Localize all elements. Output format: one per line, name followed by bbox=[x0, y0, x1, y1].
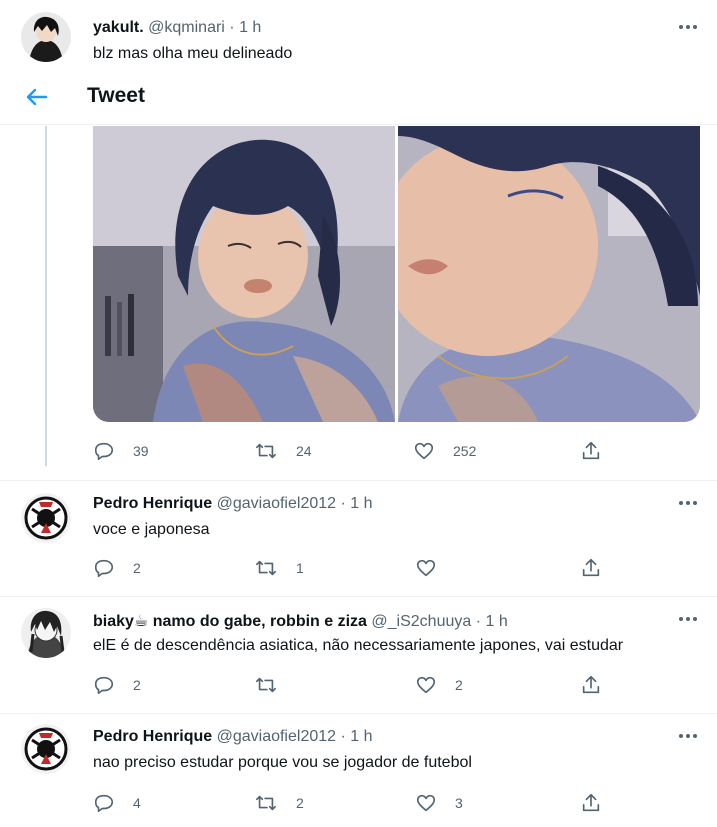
tweet-author-line: yakult. @kqminari · 1 h bbox=[93, 19, 261, 37]
share-icon bbox=[582, 793, 600, 812]
tweet-text: voce e japonesa bbox=[93, 521, 210, 538]
retweet-icon bbox=[256, 443, 276, 459]
tweet-time[interactable]: 1 h bbox=[486, 613, 508, 630]
tweet-time[interactable]: 1 h bbox=[239, 19, 261, 36]
top-tweet[interactable]: yakult. @kqminari · 1 h blz mas olha meu… bbox=[0, 0, 717, 70]
tweet-actions: 2 2 bbox=[93, 674, 613, 696]
author-handle[interactable]: @gaviaofiel2012 bbox=[217, 495, 336, 512]
reply-button[interactable]: 2 bbox=[93, 674, 141, 696]
retweet-count: 24 bbox=[296, 443, 312, 459]
retweet-icon bbox=[256, 560, 276, 576]
share-icon bbox=[582, 675, 600, 694]
tweet-time[interactable]: 1 h bbox=[350, 495, 372, 512]
reply-count: 2 bbox=[133, 560, 141, 576]
tweet-text: elE é de descendência asiatica, não nece… bbox=[93, 637, 624, 654]
avatar[interactable] bbox=[21, 12, 71, 62]
reply-count: 39 bbox=[133, 443, 149, 459]
share-button[interactable] bbox=[580, 440, 602, 462]
more-icon[interactable] bbox=[678, 17, 698, 37]
author-handle[interactable]: @gaviaofiel2012 bbox=[217, 728, 336, 745]
author-name[interactable]: biaky☕ namo do gabe, robbin e ziza bbox=[93, 613, 367, 630]
author-name[interactable]: Pedro Henrique bbox=[93, 495, 212, 512]
like-count: 3 bbox=[455, 795, 463, 811]
author-name[interactable]: yakult. bbox=[93, 19, 144, 36]
reply-count: 2 bbox=[133, 677, 141, 693]
reply-button[interactable]: 2 bbox=[93, 557, 141, 579]
reply-button[interactable]: 39 bbox=[93, 440, 149, 462]
like-button[interactable] bbox=[415, 557, 455, 579]
reply-tweet[interactable]: Pedro Henrique @gaviaofiel2012 · 1 h nao… bbox=[0, 713, 717, 827]
more-icon[interactable] bbox=[678, 609, 698, 629]
like-icon bbox=[416, 676, 436, 694]
like-button[interactable]: 2 bbox=[415, 674, 463, 696]
reply-icon bbox=[94, 559, 114, 578]
more-icon[interactable] bbox=[678, 493, 698, 513]
avatar[interactable] bbox=[21, 608, 71, 658]
share-button[interactable] bbox=[580, 557, 602, 579]
back-arrow-icon[interactable] bbox=[24, 84, 50, 110]
like-count: 2 bbox=[455, 677, 463, 693]
author-name[interactable]: Pedro Henrique bbox=[93, 728, 212, 745]
like-button[interactable]: 3 bbox=[415, 792, 463, 814]
tweet-author-line: Pedro Henrique @gaviaofiel2012 · 1 h bbox=[93, 728, 373, 746]
author-handle[interactable]: @kqminari bbox=[148, 19, 225, 36]
share-icon bbox=[582, 441, 600, 460]
tweet-actions: 4 2 3 bbox=[93, 792, 613, 814]
separator-dot: · bbox=[475, 613, 482, 630]
like-count: 252 bbox=[453, 443, 477, 459]
reply-icon bbox=[94, 676, 114, 695]
like-button[interactable]: 252 bbox=[413, 440, 476, 462]
separator-dot: · bbox=[229, 19, 235, 36]
tweet-actions: 2 1 bbox=[93, 557, 613, 579]
tweet-photo[interactable] bbox=[398, 126, 700, 422]
page-header: Tweet bbox=[0, 70, 717, 125]
like-icon bbox=[414, 442, 434, 460]
reply-button[interactable]: 4 bbox=[93, 792, 141, 814]
retweet-count: 2 bbox=[296, 795, 304, 811]
retweet-button[interactable] bbox=[254, 674, 296, 696]
reply-icon bbox=[94, 794, 114, 813]
tweet-author-line: Pedro Henrique @gaviaofiel2012 · 1 h bbox=[93, 495, 373, 513]
reply-icon bbox=[94, 442, 114, 461]
tweet-media[interactable] bbox=[93, 126, 700, 422]
tweet-author-line: biaky☕ namo do gabe, robbin e ziza @_iS2… bbox=[93, 611, 508, 631]
tweet-time[interactable]: 1 h bbox=[350, 728, 372, 745]
avatar[interactable] bbox=[21, 493, 71, 543]
reply-tweet[interactable]: Pedro Henrique @gaviaofiel2012 · 1 h voc… bbox=[0, 480, 717, 590]
reply-tweet[interactable]: biaky☕ namo do gabe, robbin e ziza @_iS2… bbox=[0, 596, 717, 710]
retweet-icon bbox=[256, 795, 276, 811]
like-icon bbox=[416, 794, 436, 812]
separator-dot: · bbox=[340, 728, 346, 745]
retweet-button[interactable]: 24 bbox=[254, 440, 312, 462]
tweet-text: nao preciso estudar porque vou se jogado… bbox=[93, 754, 472, 771]
retweet-button[interactable]: 2 bbox=[254, 792, 304, 814]
like-icon bbox=[416, 559, 436, 577]
tweet-actions: 39 24 252 bbox=[93, 440, 613, 462]
retweet-icon bbox=[256, 677, 276, 693]
retweet-button[interactable]: 1 bbox=[254, 557, 304, 579]
retweet-count: 1 bbox=[296, 560, 304, 576]
author-handle[interactable]: @_iS2chuuya bbox=[371, 613, 471, 630]
page-title: Tweet bbox=[87, 84, 145, 107]
separator-dot: · bbox=[340, 495, 346, 512]
thread-line bbox=[45, 126, 47, 466]
reply-count: 4 bbox=[133, 795, 141, 811]
tweet-text: blz mas olha meu delineado bbox=[93, 45, 293, 62]
more-icon[interactable] bbox=[678, 726, 698, 746]
share-button[interactable] bbox=[580, 674, 602, 696]
avatar[interactable] bbox=[21, 724, 71, 774]
share-button[interactable] bbox=[580, 792, 602, 814]
tweet-photo[interactable] bbox=[93, 126, 395, 422]
share-icon bbox=[582, 558, 600, 577]
